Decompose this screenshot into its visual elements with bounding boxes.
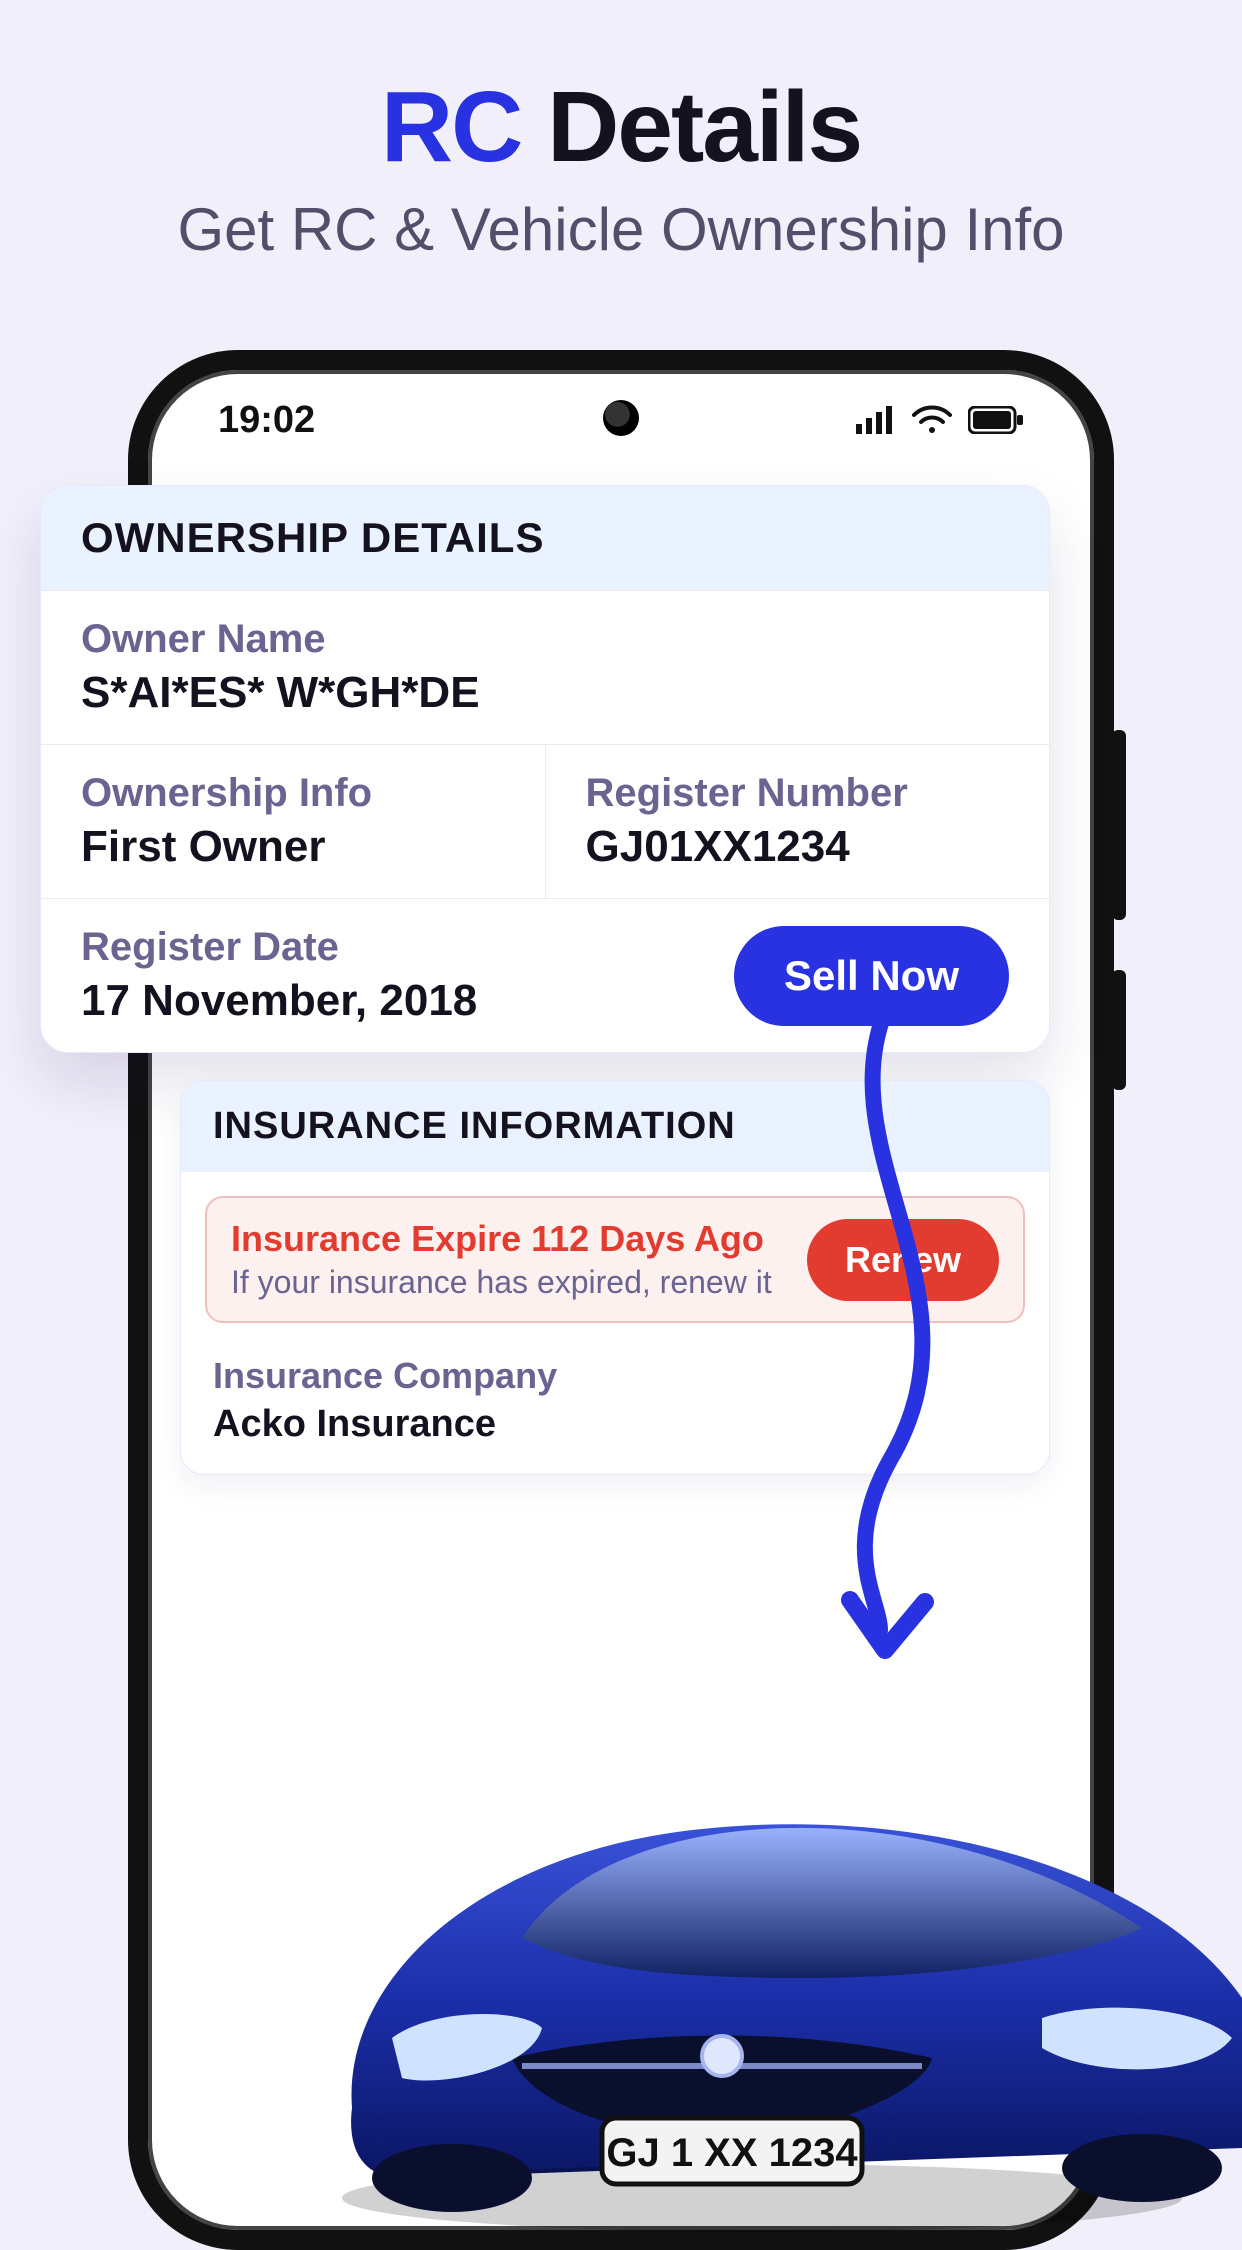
status-bar: 19:02 <box>148 390 1094 450</box>
insurance-title: INSURANCE INFORMATION <box>181 1081 1049 1172</box>
battery-icon <box>968 406 1024 434</box>
register-date-label: Register Date <box>81 925 477 970</box>
insurance-company-label: Insurance Company <box>213 1355 1017 1397</box>
cellular-icon <box>856 406 896 434</box>
page-title-accent: RC <box>381 71 521 183</box>
page-title-rest: Details <box>521 71 861 183</box>
register-number-value: GJ01XX1234 <box>586 822 1010 872</box>
status-time: 19:02 <box>218 399 315 442</box>
insurance-company-value: Acko Insurance <box>213 1403 1017 1446</box>
sell-now-button[interactable]: Sell Now <box>734 926 1009 1026</box>
status-icons <box>856 405 1024 435</box>
ownership-card: OWNERSHIP DETAILS Owner Name S*AI*ES* W*… <box>40 485 1050 1053</box>
ownership-title: OWNERSHIP DETAILS <box>41 486 1049 590</box>
page-subtitle: Get RC & Vehicle Ownership Info <box>0 195 1242 264</box>
register-date-cell: Register Date 17 November, 2018 <box>81 925 477 1026</box>
renew-button[interactable]: Renew <box>807 1219 999 1301</box>
insurance-card: INSURANCE INFORMATION Insurance Expire 1… <box>180 1080 1050 1475</box>
owner-name-value: S*AI*ES* W*GH*DE <box>81 668 1009 718</box>
register-date-value: 17 November, 2018 <box>81 976 477 1026</box>
insurance-alert-title: Insurance Expire 112 Days Ago <box>231 1218 772 1260</box>
wifi-icon <box>912 405 952 435</box>
ownership-info-cell: Ownership Info First Owner <box>41 745 545 898</box>
register-number-label: Register Number <box>586 771 1010 816</box>
ownership-info-value: First Owner <box>81 822 505 872</box>
insurance-alert: Insurance Expire 112 Days Ago If your in… <box>205 1196 1025 1323</box>
register-number-cell: Register Number GJ01XX1234 <box>545 745 1050 898</box>
ownership-info-label: Ownership Info <box>81 771 505 816</box>
insurance-alert-sub: If your insurance has expired, renew it <box>231 1264 772 1301</box>
owner-name-row: Owner Name S*AI*ES* W*GH*DE <box>41 590 1049 744</box>
page-title: RC Details <box>0 70 1242 185</box>
owner-name-label: Owner Name <box>81 617 1009 662</box>
